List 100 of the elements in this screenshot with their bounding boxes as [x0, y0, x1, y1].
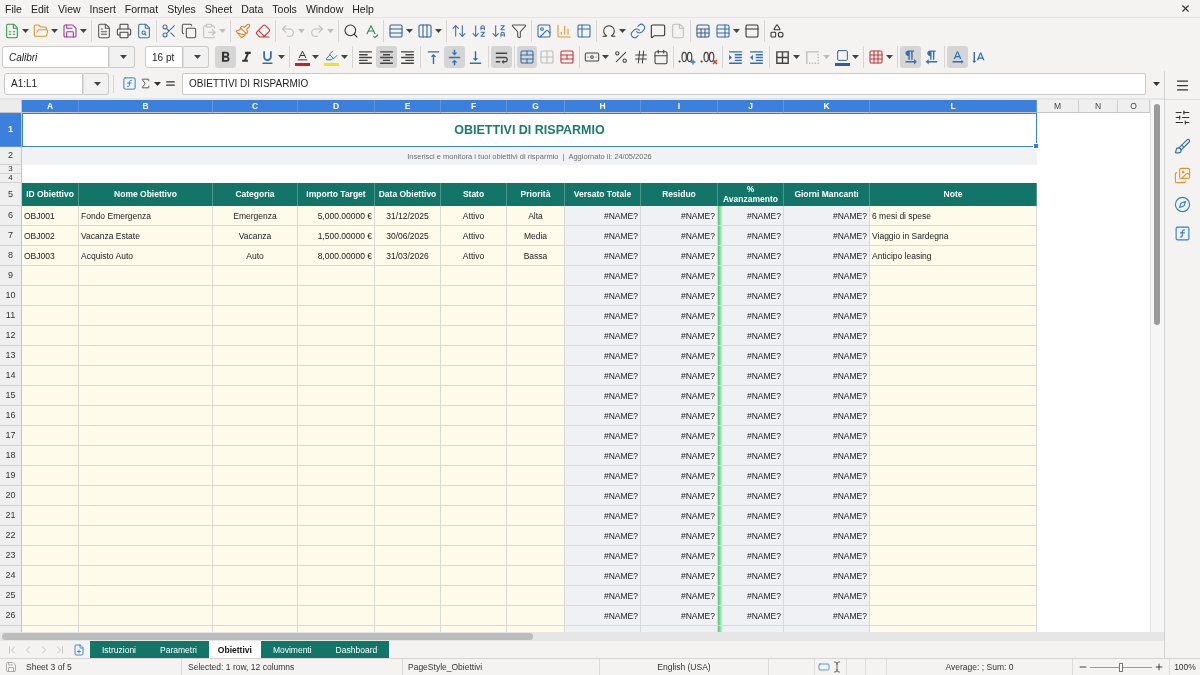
table-cell: #NAME?: [784, 306, 870, 326]
row-header[interactable]: 23: [0, 546, 22, 566]
add-sheet-button[interactable]: [72, 641, 86, 658]
font-name-dropdown[interactable]: [109, 46, 135, 68]
formula-input[interactable]: OBIETTIVI DI RISPARMIO: [182, 72, 1146, 95]
zoom-slider-thumb[interactable]: [1119, 662, 1123, 672]
fill-handle[interactable]: [1033, 143, 1039, 149]
merge-center-button[interactable]: [517, 46, 537, 68]
zoom-in-button[interactable]: [1154, 661, 1164, 673]
menu-item[interactable]: Help: [348, 0, 379, 17]
row-header[interactable]: 19: [0, 466, 22, 486]
function-wizard-button[interactable]: [120, 74, 138, 93]
table-cell: #NAME?: [565, 206, 641, 226]
function-icon: [121, 76, 137, 91]
font-size-dropdown[interactable]: [183, 46, 209, 68]
menu-item[interactable]: Tools: [268, 0, 302, 17]
scrollbar-thumb[interactable]: [2, 633, 533, 640]
row-header[interactable]: 2: [0, 147, 22, 165]
horizontal-text-button[interactable]: [947, 46, 968, 68]
table-cell: #NAME?: [565, 446, 641, 466]
menu-item[interactable]: Edit: [26, 0, 54, 17]
column-header[interactable]: G: [507, 100, 565, 113]
wrap-text-button[interactable]: [491, 46, 512, 68]
bold-button[interactable]: [215, 46, 236, 68]
row-header[interactable]: 20: [0, 486, 22, 506]
table-cell: [22, 386, 79, 406]
column-header[interactable]: K: [784, 100, 870, 113]
row-header[interactable]: 11: [0, 306, 22, 326]
row-header[interactable]: 16: [0, 406, 22, 426]
sheet-tab[interactable]: Movimenti: [260, 641, 324, 658]
sheet-tab[interactable]: Obiettivi: [208, 641, 261, 658]
menu-item[interactable]: View: [54, 0, 86, 17]
caret-icon: [278, 55, 285, 59]
column-header[interactable]: A: [22, 100, 79, 113]
name-box[interactable]: A1:L1: [4, 72, 83, 95]
font-name-field[interactable]: Calibri: [2, 46, 109, 68]
column-header[interactable]: C: [213, 100, 298, 113]
row-header[interactable]: 5: [0, 183, 22, 206]
menu-item[interactable]: Sheet: [200, 0, 238, 17]
row-header[interactable]: 14: [0, 366, 22, 386]
column-header[interactable]: J: [718, 100, 784, 113]
row-header[interactable]: 7: [0, 226, 22, 246]
row-header[interactable]: 1: [0, 113, 22, 147]
table-cell: [375, 606, 441, 626]
menu-item[interactable]: Data: [237, 0, 269, 17]
sheet-tab[interactable]: Dashboard: [323, 641, 390, 658]
table-cell: [441, 546, 507, 566]
menu-item[interactable]: Window: [301, 0, 349, 17]
row-header[interactable]: 22: [0, 526, 22, 546]
column-header[interactable]: D: [298, 100, 375, 113]
link-icon: [630, 22, 646, 39]
table-cell: [22, 506, 79, 526]
row-header[interactable]: 9: [0, 266, 22, 286]
align-center-button[interactable]: [376, 46, 397, 68]
table-cell: #NAME?: [641, 246, 718, 266]
menu-item[interactable]: Format: [120, 0, 164, 17]
column-header[interactable]: O: [1118, 100, 1150, 113]
column-header[interactable]: M: [1037, 100, 1079, 113]
column-header[interactable]: L: [870, 100, 1037, 113]
sheet-tab[interactable]: Parametri: [148, 641, 209, 658]
row-header[interactable]: 4: [0, 174, 22, 183]
row-header[interactable]: 25: [0, 586, 22, 606]
row-header[interactable]: 15: [0, 386, 22, 406]
row-header[interactable]: 24: [0, 566, 22, 586]
column-header[interactable]: N: [1079, 100, 1118, 113]
name-box-dropdown[interactable]: [83, 72, 109, 95]
column-header[interactable]: E: [375, 100, 441, 113]
menu-item[interactable]: Insert: [85, 0, 121, 17]
row-header[interactable]: 10: [0, 286, 22, 306]
caret-icon: [852, 55, 859, 59]
row-header[interactable]: 26: [0, 606, 22, 626]
row-header[interactable]: 6: [0, 206, 22, 226]
table-cell: [507, 386, 565, 406]
print-icon: [116, 22, 132, 39]
table-cell: #NAME?: [641, 566, 718, 586]
table-cell: Vacanza: [213, 226, 298, 246]
font-size-field[interactable]: 16 pt: [145, 46, 183, 68]
column-header[interactable]: H: [565, 100, 641, 113]
row-header[interactable]: 13: [0, 346, 22, 366]
row-header[interactable]: 18: [0, 446, 22, 466]
menu-item[interactable]: File: [1, 0, 27, 17]
split-cells-icon: [559, 49, 575, 65]
column-header[interactable]: I: [641, 100, 718, 113]
align-middle-button[interactable]: [444, 46, 465, 68]
row-header[interactable]: 12: [0, 326, 22, 346]
table-cell: [507, 506, 565, 526]
zoom-slider[interactable]: [1090, 662, 1152, 672]
row-header[interactable]: 8: [0, 246, 22, 266]
row-header[interactable]: 21: [0, 506, 22, 526]
scrollbar-thumb[interactable]: [1154, 104, 1160, 325]
language-indicator: English (USA): [657, 662, 711, 672]
sheet-tab[interactable]: Istruzioni: [90, 641, 148, 658]
table-cell: #NAME?: [718, 426, 784, 446]
column-header[interactable]: F: [441, 100, 507, 113]
table-cell: #NAME?: [718, 506, 784, 526]
menu-item[interactable]: Styles: [163, 0, 201, 17]
row-header[interactable]: 17: [0, 426, 22, 446]
comment-icon: [650, 22, 666, 39]
column-header[interactable]: B: [79, 100, 213, 113]
left-to-right-button[interactable]: [900, 46, 921, 68]
